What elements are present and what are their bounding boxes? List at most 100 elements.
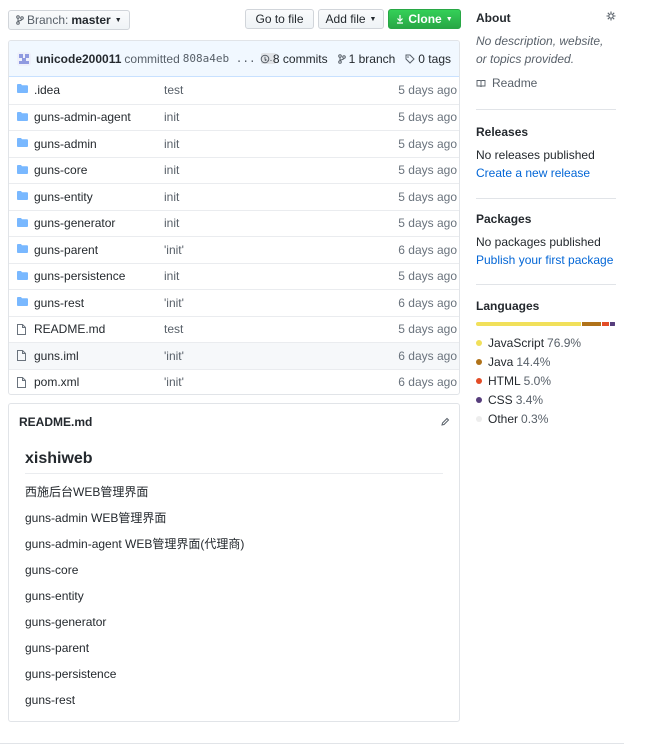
history-icon bbox=[260, 54, 270, 64]
file-commit-message[interactable]: 'init' bbox=[164, 375, 184, 389]
file-row[interactable]: guns-parent 'init' 6 days ago bbox=[9, 236, 459, 263]
file-commit-age: 5 days ago bbox=[398, 163, 457, 178]
file-commit-age: 5 days ago bbox=[398, 83, 457, 98]
sidebar-divider bbox=[476, 198, 616, 199]
publish-package-link[interactable]: Publish your first package bbox=[476, 251, 616, 269]
file-row[interactable]: guns-generator init 5 days ago bbox=[9, 209, 459, 237]
releases-section: Releases No releases published Create a … bbox=[476, 125, 616, 182]
create-release-link[interactable]: Create a new release bbox=[476, 164, 616, 182]
readme-sidebar-link[interactable]: Readme bbox=[476, 76, 616, 90]
clone-label: Clone bbox=[408, 12, 442, 26]
commit-action: committed bbox=[124, 51, 180, 66]
file-commit-message[interactable]: 'init' bbox=[164, 296, 184, 310]
chevron-down-icon: ▼ bbox=[114, 16, 122, 24]
language-dot-icon bbox=[476, 377, 482, 384]
tag-icon bbox=[405, 54, 416, 64]
file-row[interactable]: README.md test 5 days ago bbox=[9, 315, 459, 343]
file-commit-message[interactable]: init bbox=[164, 137, 179, 151]
gear-icon[interactable] bbox=[606, 11, 616, 21]
commit-hash-value: 808a4eb bbox=[182, 52, 230, 65]
about-description: No description, website, or topics provi… bbox=[476, 34, 604, 66]
file-row[interactable]: pom.xml 'init' 6 days ago bbox=[9, 368, 459, 395]
commits-link[interactable]: 8 commits bbox=[260, 52, 328, 66]
language-bar-segment bbox=[602, 322, 609, 326]
readme-line: guns-parent bbox=[25, 641, 90, 655]
language-item[interactable]: Other 0.3% bbox=[476, 409, 581, 428]
file-commit-message[interactable]: 'init' bbox=[164, 349, 184, 363]
file-row[interactable]: .idea test 5 days ago bbox=[9, 77, 459, 104]
commit-hash[interactable]: 808a4eb ... bbox=[183, 52, 256, 65]
chevron-down-icon: ▼ bbox=[369, 15, 377, 23]
file-commit-age: 5 days ago bbox=[398, 216, 457, 231]
language-percent: 14.4% bbox=[516, 354, 551, 369]
file-row[interactable]: guns-admin-agent init 5 days ago bbox=[9, 103, 459, 131]
packages-text: No packages published bbox=[476, 235, 601, 249]
file-name[interactable]: guns-core bbox=[34, 163, 87, 177]
file-name[interactable]: guns-admin-agent bbox=[34, 110, 131, 124]
file-row[interactable]: guns-entity init 5 days ago bbox=[9, 183, 459, 210]
branches-link[interactable]: 1 branch bbox=[337, 52, 395, 66]
readme-line: guns-admin WEB管理界面 bbox=[25, 511, 167, 525]
file-commit-age: 5 days ago bbox=[398, 322, 457, 337]
clone-button[interactable]: Clone ▼ bbox=[388, 9, 461, 29]
file-commit-message[interactable]: test bbox=[164, 322, 183, 336]
file-name[interactable]: pom.xml bbox=[34, 375, 79, 389]
branch-select-button[interactable]: Branch: master ▼ bbox=[8, 10, 130, 30]
file-row[interactable]: guns-persistence init 5 days ago bbox=[9, 262, 459, 290]
file-name[interactable]: .idea bbox=[34, 83, 60, 97]
commit-author[interactable]: unicode200011 bbox=[36, 52, 121, 66]
releases-title[interactable]: Releases bbox=[476, 125, 616, 139]
file-name[interactable]: guns-parent bbox=[34, 243, 98, 257]
readme-line: guns-admin-agent WEB管理界面(代理商) bbox=[25, 537, 245, 551]
packages-title[interactable]: Packages bbox=[476, 212, 616, 226]
book-icon bbox=[476, 79, 486, 88]
download-icon bbox=[396, 14, 404, 24]
file-commit-message[interactable]: init bbox=[164, 269, 179, 283]
language-list: JavaScript 76.9% Java 14.4% HTML 5.0% CSS 3.4% O… bbox=[476, 333, 581, 428]
readme-filename[interactable]: README.md bbox=[19, 415, 92, 429]
file-name[interactable]: guns-generator bbox=[34, 216, 115, 230]
file-name[interactable]: README.md bbox=[34, 322, 105, 336]
file-name[interactable]: guns-entity bbox=[34, 190, 93, 204]
file-row[interactable]: guns-core init 5 days ago bbox=[9, 156, 459, 184]
file-name[interactable]: guns-persistence bbox=[34, 269, 125, 283]
readme-sidebar-label: Readme bbox=[492, 76, 538, 90]
file-row[interactable]: guns-rest 'init' 6 days ago bbox=[9, 289, 459, 316]
avatar[interactable] bbox=[17, 51, 31, 66]
branch-value: master bbox=[71, 13, 111, 27]
pencil-icon[interactable] bbox=[440, 417, 450, 427]
about-title: About bbox=[476, 11, 511, 25]
file-commit-message[interactable]: init bbox=[164, 163, 179, 177]
file-name[interactable]: guns-admin bbox=[34, 137, 97, 151]
readme-content: xishiweb 西施后台WEB管理界面 guns-admin WEB管理界面 gu… bbox=[9, 440, 459, 722]
readme-line: guns-core bbox=[25, 563, 79, 577]
folder-icon bbox=[17, 84, 28, 93]
file-name[interactable]: guns.iml bbox=[34, 349, 79, 363]
language-item[interactable]: JavaScript 76.9% bbox=[476, 333, 581, 352]
file-name[interactable]: guns-rest bbox=[34, 296, 84, 310]
language-name: Other bbox=[488, 411, 519, 426]
file-commit-message[interactable]: init bbox=[164, 190, 179, 204]
file-row[interactable]: guns.iml 'init' 6 days ago bbox=[9, 342, 459, 369]
language-name: JavaScript bbox=[488, 335, 545, 350]
go-to-file-button[interactable]: Go to file bbox=[245, 9, 314, 29]
language-name: HTML bbox=[488, 373, 521, 388]
commits-count: 8 commits bbox=[272, 52, 328, 66]
readme-heading: xishiweb bbox=[25, 450, 443, 474]
file-commit-message[interactable]: init bbox=[164, 110, 179, 124]
chevron-down-icon: ▼ bbox=[445, 15, 453, 23]
tags-link[interactable]: 0 tags bbox=[405, 52, 451, 66]
language-bar bbox=[476, 322, 616, 326]
file-row[interactable]: guns-admin init 5 days ago bbox=[9, 130, 459, 157]
file-commit-message[interactable]: init bbox=[164, 216, 179, 230]
language-item[interactable]: HTML 5.0% bbox=[476, 371, 581, 390]
folder-icon bbox=[17, 217, 28, 227]
language-item[interactable]: Java 14.4% bbox=[476, 352, 581, 371]
file-commit-message[interactable]: test bbox=[164, 83, 183, 97]
language-bar-segment bbox=[609, 322, 615, 326]
repo-stats: 8 commits 1 branch 0 tags bbox=[260, 41, 451, 77]
file-commit-age: 5 days ago bbox=[398, 269, 457, 284]
add-file-button[interactable]: Add file ▼ bbox=[318, 9, 384, 29]
file-commit-message[interactable]: 'init' bbox=[164, 243, 184, 257]
language-item[interactable]: CSS 3.4% bbox=[476, 390, 581, 409]
